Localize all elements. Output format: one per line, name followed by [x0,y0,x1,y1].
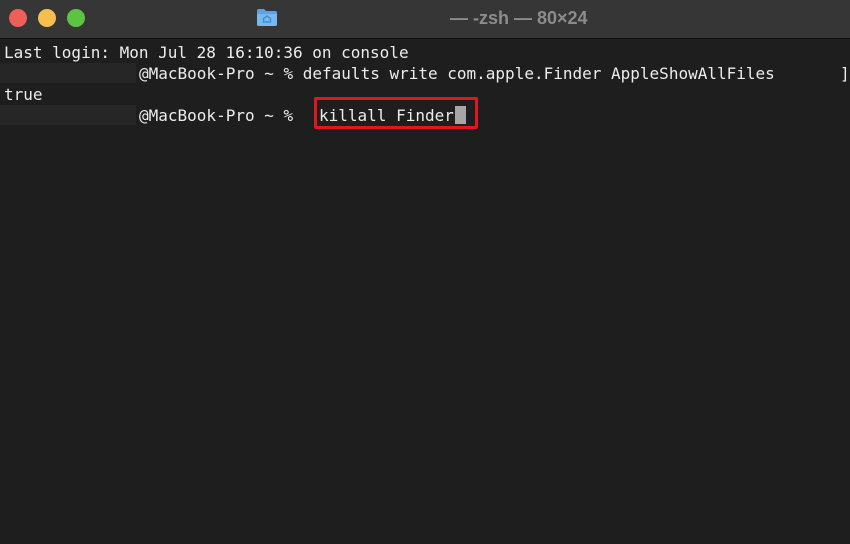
highlight-box [314,97,478,129]
window-title: — -zsh — 80×24 [450,8,588,28]
home-folder-icon [257,9,277,26]
command-line-2: @MacBook-Pro ~ % [139,105,303,126]
line-overflow-marker: ] [840,64,850,83]
terminal-output[interactable]: Last login: Mon Jul 28 16:10:36 on conso… [0,40,850,544]
login-line: Last login: Mon Jul 28 16:10:36 on conso… [4,43,409,62]
redacted-username [0,105,136,125]
prompt: @MacBook-Pro ~ % [139,106,303,125]
command-output: true [4,85,43,104]
redacted-username [0,63,136,83]
command-text: defaults write com.apple.Finder AppleSho… [302,64,775,83]
title-bar[interactable]: — -zsh — 80×24 [0,0,850,39]
maximize-button[interactable] [67,9,85,27]
command-line-1: @MacBook-Pro ~ % defaults write com.appl… [139,63,775,84]
prompt: @MacBook-Pro ~ % [139,64,303,83]
terminal-window: — -zsh — 80×24 Last login: Mon Jul 28 16… [0,0,850,544]
close-button[interactable] [9,9,27,27]
minimize-button[interactable] [38,9,56,27]
